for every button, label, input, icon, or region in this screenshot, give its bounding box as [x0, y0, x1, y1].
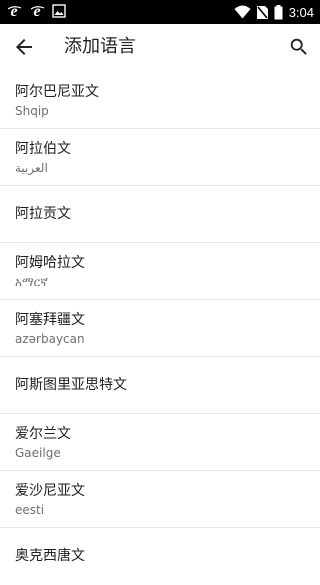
wifi-icon [234, 5, 251, 19]
language-native-name: العربية [15, 161, 48, 175]
list-item[interactable]: 阿拉伯文 العربية [0, 129, 320, 186]
language-name: 阿拉贡文 [15, 206, 71, 222]
status-bar: e e 3:04 [0, 0, 320, 24]
list-item[interactable]: 阿姆哈拉文 አማርኛ [0, 243, 320, 300]
image-icon [52, 4, 66, 18]
language-name: 爱尔兰文 [15, 426, 71, 442]
language-name: 阿姆哈拉文 [15, 255, 85, 271]
svg-text:e: e [10, 3, 17, 19]
list-item[interactable]: 阿尔巴尼亚文 Shqip [0, 72, 320, 129]
status-time: 3:04 [288, 4, 314, 20]
language-native-name: Gaeilge [15, 446, 61, 460]
list-item[interactable]: 阿斯图里亚思特文 [0, 357, 320, 414]
language-native-name: አማርኛ [15, 275, 48, 289]
language-native-name: azərbaycan [15, 332, 85, 346]
page-title: 添加语言 [64, 36, 136, 57]
search-icon[interactable] [288, 36, 310, 58]
ie-icon: e [30, 3, 45, 19]
battery-icon [274, 4, 283, 19]
ie-icon: e [7, 3, 22, 19]
language-native-name: Shqip [15, 104, 49, 118]
app-bar: 添加语言 [0, 24, 320, 70]
list-item[interactable]: 奥克西唐文 [0, 528, 320, 585]
list-item[interactable]: 阿塞拜疆文 azərbaycan [0, 300, 320, 357]
status-bar-notifications: e e [6, 3, 73, 19]
list-item[interactable]: 阿拉贡文 [0, 186, 320, 243]
language-name: 阿拉伯文 [15, 141, 71, 157]
language-name: 奥克西唐文 [15, 548, 85, 564]
list-item[interactable]: 爱沙尼亚文 eesti [0, 471, 320, 528]
list-item[interactable]: 爱尔兰文 Gaeilge [0, 414, 320, 471]
svg-text:e: e [33, 3, 40, 19]
status-bar-system: 3:04 [229, 3, 314, 21]
language-name: 爱沙尼亚文 [15, 483, 85, 499]
language-name: 阿塞拜疆文 [15, 312, 85, 328]
language-name: 阿斯图里亚思特文 [15, 377, 127, 393]
language-list: 阿尔巴尼亚文 Shqip 阿拉伯文 العربية 阿拉贡文 阿姆哈拉文 አማር… [0, 72, 320, 585]
language-name: 阿尔巴尼亚文 [15, 84, 99, 100]
language-native-name: eesti [15, 503, 45, 517]
arrow-back-icon[interactable] [12, 35, 36, 59]
no-sim-icon [256, 5, 268, 19]
